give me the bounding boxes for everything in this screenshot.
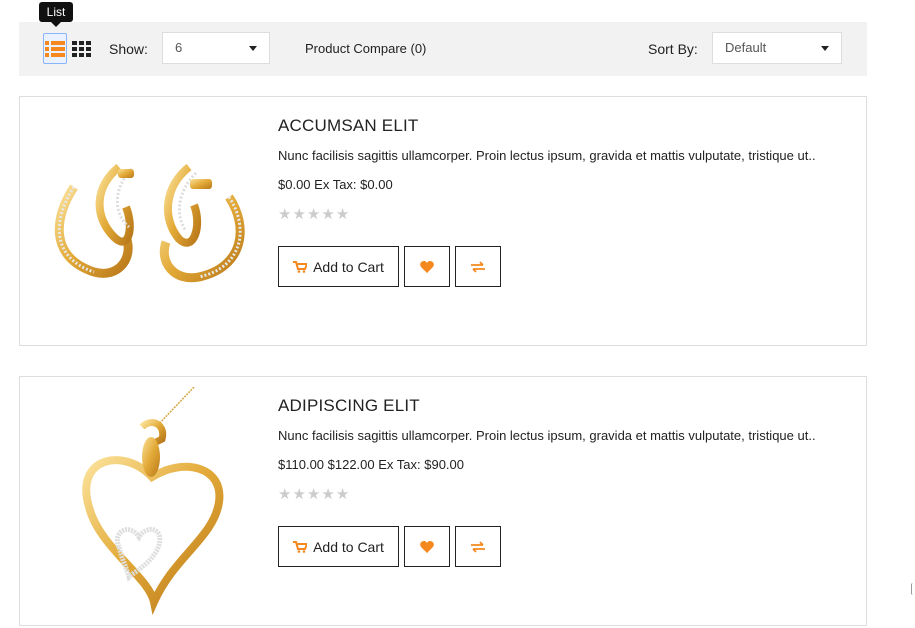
sort-by-label: Sort By: [648,41,698,57]
scroll-indicator [911,583,915,595]
heart-icon [420,540,434,553]
star-icon: ★ [292,206,306,223]
add-to-cart-label: Add to Cart [313,258,384,275]
star-icon: ★ [278,486,292,503]
star-icon: ★ [306,206,321,223]
show-limit-value: 6 [175,40,183,55]
compare-button[interactable] [455,246,501,287]
product-rating: ★ ★ ★ ★ ★ [278,207,349,223]
compare-arrows-icon [471,540,485,553]
sort-by-select[interactable]: Default [712,32,842,64]
star-icon: ★ [306,486,321,503]
add-to-wishlist-button[interactable] [404,526,450,567]
heart-icon [420,260,434,273]
view-tooltip: List [39,2,73,27]
show-limit-select[interactable]: 6 [162,32,270,64]
list-view-icon [45,40,65,57]
grid-view-button[interactable] [70,33,94,64]
show-label: Show: [109,41,148,57]
product-description: Nunc facilisis sagittis ullamcorper. Pro… [278,148,816,163]
star-icon: ★ [335,486,350,503]
product-card: ADIPISCING ELIT Nunc facilisis sagittis … [19,376,867,626]
product-title[interactable]: ADIPISCING ELIT [278,396,420,416]
add-to-wishlist-button[interactable] [404,246,450,287]
cart-icon [293,260,308,273]
sort-by-value: Default [725,40,767,55]
product-card: ACCUMSAN ELIT Nunc facilisis sagittis ul… [19,96,867,346]
chevron-down-icon [249,46,257,51]
product-price: $0.00 Ex Tax: $0.00 [278,177,393,192]
add-to-cart-label: Add to Cart [313,538,384,555]
compare-button[interactable] [455,526,501,567]
product-image[interactable] [34,107,262,337]
list-view-button[interactable] [43,33,67,64]
product-description: Nunc facilisis sagittis ullamcorper. Pro… [278,428,816,443]
star-icon: ★ [292,486,306,503]
star-icon: ★ [321,206,335,223]
star-icon: ★ [335,206,350,223]
star-icon: ★ [321,486,335,503]
add-to-cart-button[interactable]: Add to Cart [278,246,399,287]
product-price: $110.00 $122.00 Ex Tax: $90.00 [278,457,465,472]
add-to-cart-button[interactable]: Add to Cart [278,526,399,567]
star-icon: ★ [278,206,292,223]
product-rating: ★ ★ ★ ★ ★ [278,487,349,503]
product-title[interactable]: ACCUMSAN ELIT [278,116,419,136]
product-toolbar: Show: 6 Product Compare (0) Sort By: Def… [19,22,867,76]
grid-view-icon [72,40,91,57]
compare-arrows-icon [471,260,485,273]
cart-icon [293,540,308,553]
product-compare-link[interactable]: Product Compare (0) [305,41,426,56]
product-image[interactable] [34,386,262,617]
chevron-down-icon [821,46,829,51]
